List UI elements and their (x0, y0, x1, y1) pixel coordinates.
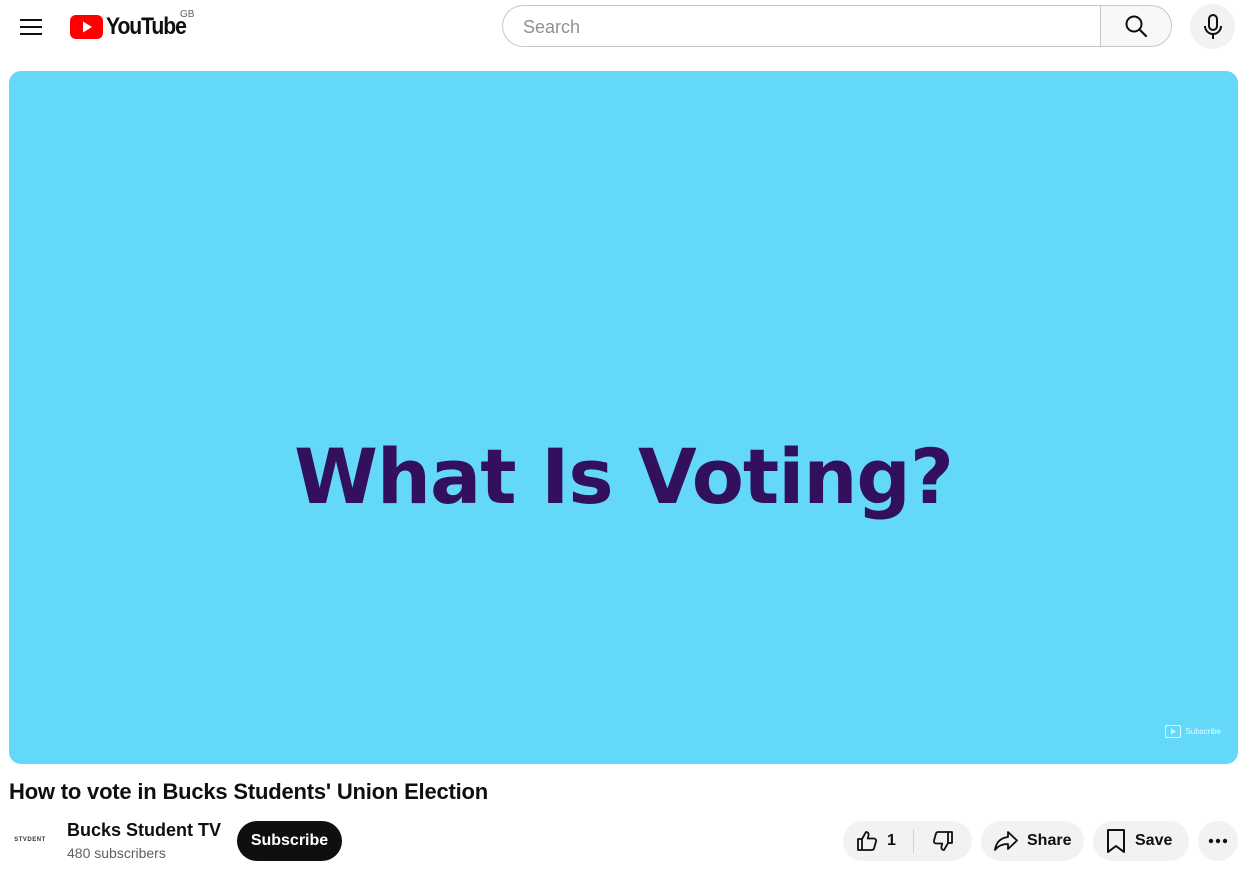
share-arrow-icon (993, 829, 1019, 853)
voice-search-button[interactable] (1190, 4, 1235, 49)
video-title: How to vote in Bucks Students' Union Ele… (9, 779, 489, 804)
share-label: Share (1027, 832, 1072, 849)
region-code: GB (180, 9, 195, 20)
microphone-icon (1203, 13, 1222, 39)
top-bar: YouTube GB (0, 0, 1253, 56)
bookmark-icon (1105, 828, 1127, 854)
search-button[interactable] (1100, 5, 1172, 47)
search-box (502, 5, 1100, 48)
youtube-logo-icon (70, 15, 103, 39)
save-button[interactable]: Save (1093, 821, 1189, 861)
subscribe-button[interactable]: Subscribe (237, 821, 342, 861)
thumbs-up-icon (855, 829, 879, 853)
share-button[interactable]: Share (981, 821, 1084, 861)
like-count: 1 (887, 832, 896, 849)
subscribe-watermark[interactable]: Subscribe (1165, 725, 1221, 738)
channel-avatar-logo: STVDENT (14, 837, 46, 843)
thumbs-down-icon (931, 829, 955, 853)
more-horizontal-icon (1208, 838, 1228, 844)
save-label: Save (1135, 832, 1173, 849)
channel-name[interactable]: Bucks Student TV (67, 820, 221, 841)
menu-button[interactable] (8, 6, 54, 48)
video-frame-heading: What Is Voting? (294, 432, 954, 521)
search-input[interactable] (521, 6, 1085, 48)
play-square-icon (1165, 725, 1182, 738)
dislike-button[interactable] (914, 821, 972, 861)
search-icon (1125, 15, 1148, 38)
hamburger-menu-icon (20, 19, 42, 35)
channel-avatar[interactable]: STVDENT (9, 819, 51, 861)
video-player[interactable]: What Is Voting? Subscribe (9, 71, 1238, 764)
like-button[interactable]: 1 (843, 821, 913, 861)
more-actions-button[interactable] (1198, 821, 1238, 861)
logo-wordmark: YouTube (106, 13, 187, 40)
like-dislike-group: 1 (843, 821, 972, 861)
watermark-label: Subscribe (1185, 727, 1221, 736)
youtube-logo[interactable]: YouTube (70, 12, 197, 42)
subscriber-count: 480 subscribers (67, 845, 166, 861)
